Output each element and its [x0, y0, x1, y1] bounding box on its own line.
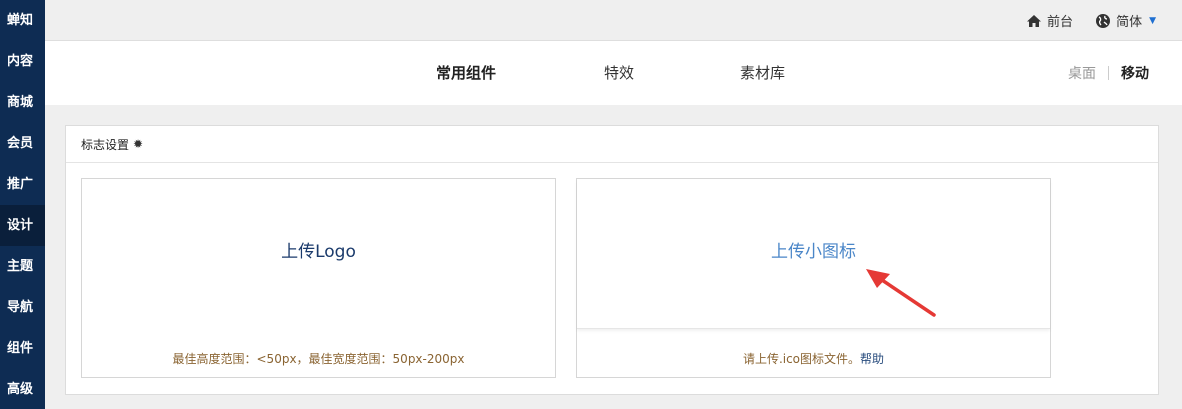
sidebar-item-promotion[interactable]: 推广 — [0, 164, 45, 205]
language-selector[interactable]: 简体 ▼ — [1095, 11, 1156, 30]
logo-settings-panel: 标志设置 ✹ 上传Logo 最佳高度范围：<50px，最佳宽度范围：50px-2… — [65, 125, 1159, 395]
frontend-link-label: 前台 — [1047, 15, 1074, 30]
mobile-option[interactable]: 移动 — [1121, 63, 1149, 83]
sidebar-item-advanced[interactable]: 高级 — [0, 369, 45, 409]
globe-icon — [1096, 13, 1111, 28]
favicon-hint-text: 请上传.ico图标文件。 — [742, 352, 861, 366]
sidebar-item-design[interactable]: 设计 — [0, 205, 45, 246]
favicon-hint: 请上传.ico图标文件。帮助 — [577, 350, 1050, 367]
language-label: 简体 — [1116, 15, 1143, 30]
annotation-arrow-icon — [866, 269, 936, 317]
tab-common-widgets[interactable]: 常用组件 — [436, 62, 496, 83]
component-nav: 常用组件 特效 素材库 桌面 移动 — [45, 41, 1182, 105]
top-bar: 前台 简体 ▼ — [45, 0, 1182, 41]
sidebar-item-chanzhi[interactable]: 蝉知 — [0, 0, 45, 41]
logo-upload-card: 上传Logo 最佳高度范围：<50px，最佳宽度范围：50px-200px — [81, 178, 556, 378]
device-divider — [1108, 66, 1109, 80]
upload-favicon-link[interactable]: 上传小图标 — [577, 237, 1050, 262]
favicon-upload-card: 上传小图标 请上传.ico图标文件。帮助 — [576, 178, 1051, 378]
logo-size-hint: 最佳高度范围：<50px，最佳宽度范围：50px-200px — [172, 352, 465, 366]
home-icon — [1027, 14, 1042, 27]
sidebar-item-shop[interactable]: 商城 — [0, 82, 45, 123]
caret-down-icon: ▼ — [1149, 15, 1156, 26]
sidebar-item-theme[interactable]: 主题 — [0, 246, 45, 287]
frontend-link[interactable]: 前台 — [1026, 11, 1073, 30]
sidebar-item-members[interactable]: 会员 — [0, 123, 45, 164]
tab-effects[interactable]: 特效 — [604, 62, 634, 83]
device-switcher: 桌面 移动 — [1068, 63, 1149, 83]
sidebar-item-widgets[interactable]: 组件 — [0, 328, 45, 369]
gear-icon[interactable]: ✹ — [133, 137, 143, 151]
sidebar: 蝉知 内容 商城 会员 推广 设计 主题 导航 组件 高级 — [0, 0, 45, 409]
desktop-option[interactable]: 桌面 — [1068, 63, 1096, 83]
upload-logo-link[interactable]: 上传Logo — [82, 237, 555, 262]
sidebar-item-navigation[interactable]: 导航 — [0, 287, 45, 328]
sidebar-item-content[interactable]: 内容 — [0, 41, 45, 82]
panel-title: 标志设置 — [81, 137, 130, 152]
panel-header: 标志设置 ✹ — [66, 126, 1158, 163]
help-link[interactable]: 帮助 — [860, 352, 884, 366]
tab-asset-library[interactable]: 素材库 — [740, 62, 785, 83]
